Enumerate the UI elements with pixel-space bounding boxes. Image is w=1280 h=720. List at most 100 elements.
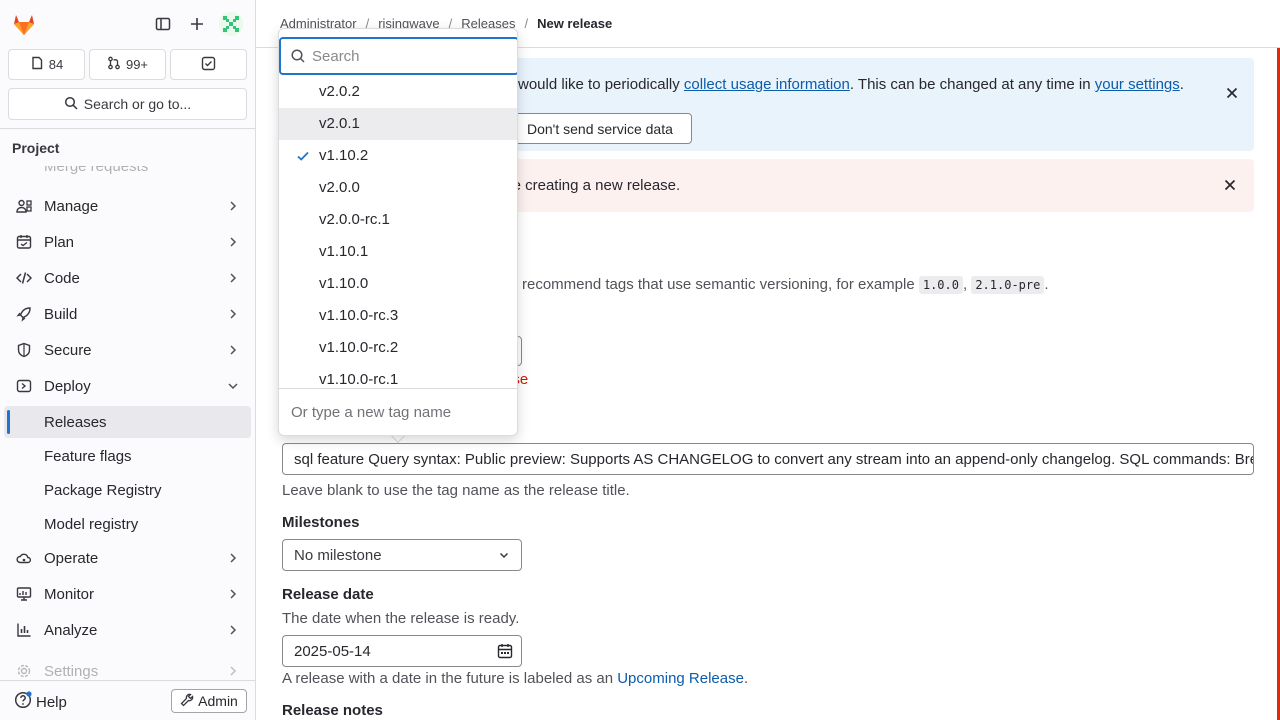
new-tag-input[interactable]: Or type a new tag name bbox=[279, 388, 517, 435]
release-date-desc: The date when the release is ready. bbox=[282, 610, 520, 627]
release-date-value: 2025-05-14 bbox=[294, 643, 371, 660]
chevron-right-icon bbox=[225, 586, 241, 602]
rocket-icon bbox=[16, 306, 32, 322]
todo-icon bbox=[201, 56, 216, 74]
search-icon bbox=[64, 96, 78, 113]
tag-option[interactable]: v1.10.0-rc.1 bbox=[279, 364, 517, 388]
milestones-label: Milestones bbox=[282, 514, 360, 531]
avatar[interactable] bbox=[219, 12, 243, 36]
tag-option-selected[interactable]: v1.10.2 bbox=[279, 140, 517, 172]
tag-search-input[interactable]: Search bbox=[279, 37, 517, 75]
sidebar-item-label: Settings bbox=[44, 662, 99, 680]
sidebar-item-label: Deploy bbox=[44, 377, 91, 395]
admin-label: Admin bbox=[198, 693, 238, 709]
sidebar-item-merge-requests[interactable]: Merge requests bbox=[4, 166, 251, 182]
sidebar-item-code[interactable]: Code bbox=[4, 262, 251, 294]
admin-button[interactable]: Admin bbox=[171, 689, 247, 713]
release-date-help: A release with a date in the future is l… bbox=[282, 670, 749, 687]
issues-count-button[interactable]: 84 bbox=[8, 49, 85, 80]
issues-count: 84 bbox=[48, 57, 64, 72]
sidebar-item-deploy[interactable]: Deploy bbox=[4, 370, 251, 402]
left-sidebar: 84 99+ Search or go to... Project Merge … bbox=[0, 0, 256, 720]
release-title-input[interactable]: sql feature Query syntax: Public preview… bbox=[282, 443, 1254, 475]
sidebar-item-label: Build bbox=[44, 305, 78, 323]
merge-requests-count-button[interactable]: 99+ bbox=[89, 49, 166, 80]
your-settings-link[interactable]: your settings bbox=[1095, 76, 1180, 93]
chevron-right-icon bbox=[225, 550, 241, 566]
milestone-select[interactable]: No milestone bbox=[282, 539, 522, 571]
plus-icon[interactable] bbox=[185, 12, 209, 36]
chevron-right-icon bbox=[225, 198, 241, 214]
sidebar-item-label: Monitor bbox=[44, 585, 95, 603]
chevron-right-icon bbox=[225, 306, 241, 322]
sidebar-item-operate[interactable]: Operate bbox=[4, 542, 251, 574]
sidebar-item-build[interactable]: Build bbox=[4, 298, 251, 330]
merge-requests-count: 99+ bbox=[125, 57, 149, 72]
wrench-icon bbox=[180, 693, 194, 710]
upcoming-release-link[interactable]: Upcoming Release bbox=[617, 670, 744, 687]
close-icon[interactable] bbox=[1224, 85, 1240, 101]
milestone-value: No milestone bbox=[294, 547, 382, 564]
search-label: Search or go to... bbox=[83, 96, 192, 112]
sidebar-item-model-registry[interactable]: Model registry bbox=[4, 508, 251, 540]
calendar-icon[interactable] bbox=[497, 643, 513, 659]
gitlab-logo-icon[interactable] bbox=[10, 10, 38, 38]
counts-row: 84 99+ bbox=[8, 49, 247, 80]
sidebar-item-secure[interactable]: Secure bbox=[4, 334, 251, 366]
tag-option-label: v1.10.2 bbox=[319, 147, 369, 164]
project-heading: Project bbox=[0, 128, 256, 166]
collect-usage-link[interactable]: collect usage information bbox=[684, 76, 850, 93]
sidebar-item-package-registry[interactable]: Package Registry bbox=[4, 474, 251, 506]
chevron-right-icon bbox=[225, 622, 241, 638]
todo-button[interactable] bbox=[170, 49, 247, 80]
check-icon bbox=[295, 148, 311, 164]
tag-option[interactable]: v2.0.1 bbox=[279, 108, 517, 140]
code-icon bbox=[16, 270, 32, 286]
sidebar-item-settings[interactable]: Settings bbox=[4, 655, 251, 679]
tag-option[interactable]: v1.10.0-rc.2 bbox=[279, 332, 517, 364]
tag-option[interactable]: v2.0.0 bbox=[279, 172, 517, 204]
settings-icon bbox=[16, 663, 32, 679]
chart-icon bbox=[16, 622, 32, 638]
release-notes-label: Release notes bbox=[282, 702, 383, 719]
tag-help-text: recommend tags that use semantic version… bbox=[522, 276, 1049, 294]
search-icon bbox=[290, 48, 306, 64]
search-placeholder: Search bbox=[312, 48, 360, 65]
sidebar-item-monitor[interactable]: Monitor bbox=[4, 578, 251, 610]
help-button[interactable]: Help bbox=[14, 691, 67, 713]
planning-icon bbox=[16, 234, 32, 250]
tag-option[interactable]: v1.10.1 bbox=[279, 236, 517, 268]
tag-list: v2.0.2 v2.0.1 v1.10.2 v2.0.0 v2.0.0-rc.1… bbox=[279, 76, 517, 388]
tag-option[interactable]: v1.10.0-rc.3 bbox=[279, 300, 517, 332]
tag-option[interactable]: v2.0.0-rc.1 bbox=[279, 204, 517, 236]
alert-text: would like to periodically collect usage… bbox=[518, 76, 1184, 93]
users-icon bbox=[16, 198, 32, 214]
tag-name-select[interactable] bbox=[518, 336, 522, 366]
release-date-label: Release date bbox=[282, 586, 374, 603]
chevron-right-icon bbox=[225, 234, 241, 250]
tag-option[interactable]: v1.10.0 bbox=[279, 268, 517, 300]
sidebar-item-label: Code bbox=[44, 269, 80, 287]
close-icon[interactable] bbox=[1222, 177, 1238, 193]
sidebar-item-releases[interactable]: Releases bbox=[4, 406, 251, 438]
search-or-go-button[interactable]: Search or go to... bbox=[8, 88, 247, 120]
sidebar-item-manage[interactable]: Manage bbox=[4, 190, 251, 222]
sidebar-toggle-icon[interactable] bbox=[151, 12, 175, 36]
tag-option[interactable]: v2.0.2 bbox=[279, 76, 517, 108]
cloud-gear-icon bbox=[16, 550, 32, 566]
sidebar-item-label: Secure bbox=[44, 341, 92, 359]
chevron-down-icon bbox=[225, 378, 241, 394]
sidebar-item-label: Plan bbox=[44, 233, 75, 251]
sidebar-footer: Help Admin bbox=[0, 680, 256, 720]
sidebar-item-label: Analyze bbox=[44, 621, 98, 639]
example-tag: 2.1.0-pre bbox=[971, 276, 1045, 294]
merge-request-icon bbox=[107, 56, 121, 73]
example-tag: 1.0.0 bbox=[918, 276, 963, 294]
release-date-input[interactable]: 2025-05-14 bbox=[282, 635, 522, 667]
dont-send-service-data-button[interactable]: Don't send service data bbox=[502, 113, 692, 144]
sidebar-item-plan[interactable]: Plan bbox=[4, 226, 251, 258]
sidebar-item-feature-flags[interactable]: Feature flags bbox=[4, 440, 251, 472]
chevron-right-icon bbox=[225, 663, 241, 679]
sidebar-item-analyze[interactable]: Analyze bbox=[4, 614, 251, 646]
release-title-help: Leave blank to use the tag name as the r… bbox=[282, 482, 630, 499]
